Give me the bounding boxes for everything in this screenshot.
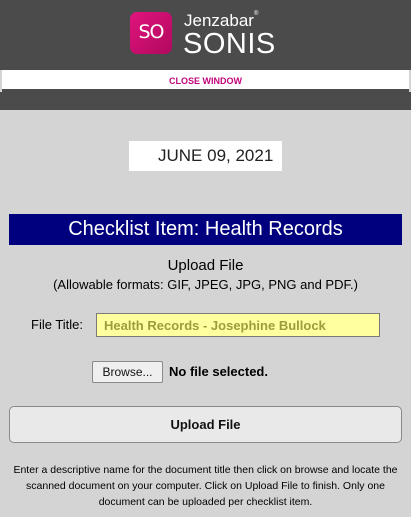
date-display: JUNE 09, 2021 [129, 141, 282, 171]
allowable-formats-text: (Allowable formats: GIF, JPEG, JPG, PNG … [53, 277, 358, 292]
checklist-item-header: Checklist Item: Health Records [9, 214, 402, 245]
top-banner: SO Jenzabar® SONIS [0, 0, 411, 70]
trademark-mark: ® [253, 11, 259, 17]
upload-file-button[interactable]: Upload File [9, 406, 402, 443]
file-title-input[interactable] [96, 313, 380, 337]
browse-button[interactable]: Browse... [92, 361, 163, 383]
divider-bar [0, 92, 411, 110]
logo-text: SO [138, 21, 164, 43]
instructions-text: Enter a descriptive name for the documen… [13, 464, 398, 508]
file-title-label: File Title: [31, 317, 84, 332]
brand-name-sonis: SONIS [183, 28, 276, 60]
close-window-bar: CLOSE WINDOW [2, 70, 409, 92]
no-file-selected-text: No file selected. [169, 364, 268, 379]
sonis-logo-icon: SO [130, 12, 172, 54]
upload-file-title: Upload File [167, 257, 244, 274]
close-window-link[interactable]: CLOSE WINDOW [2, 70, 409, 92]
